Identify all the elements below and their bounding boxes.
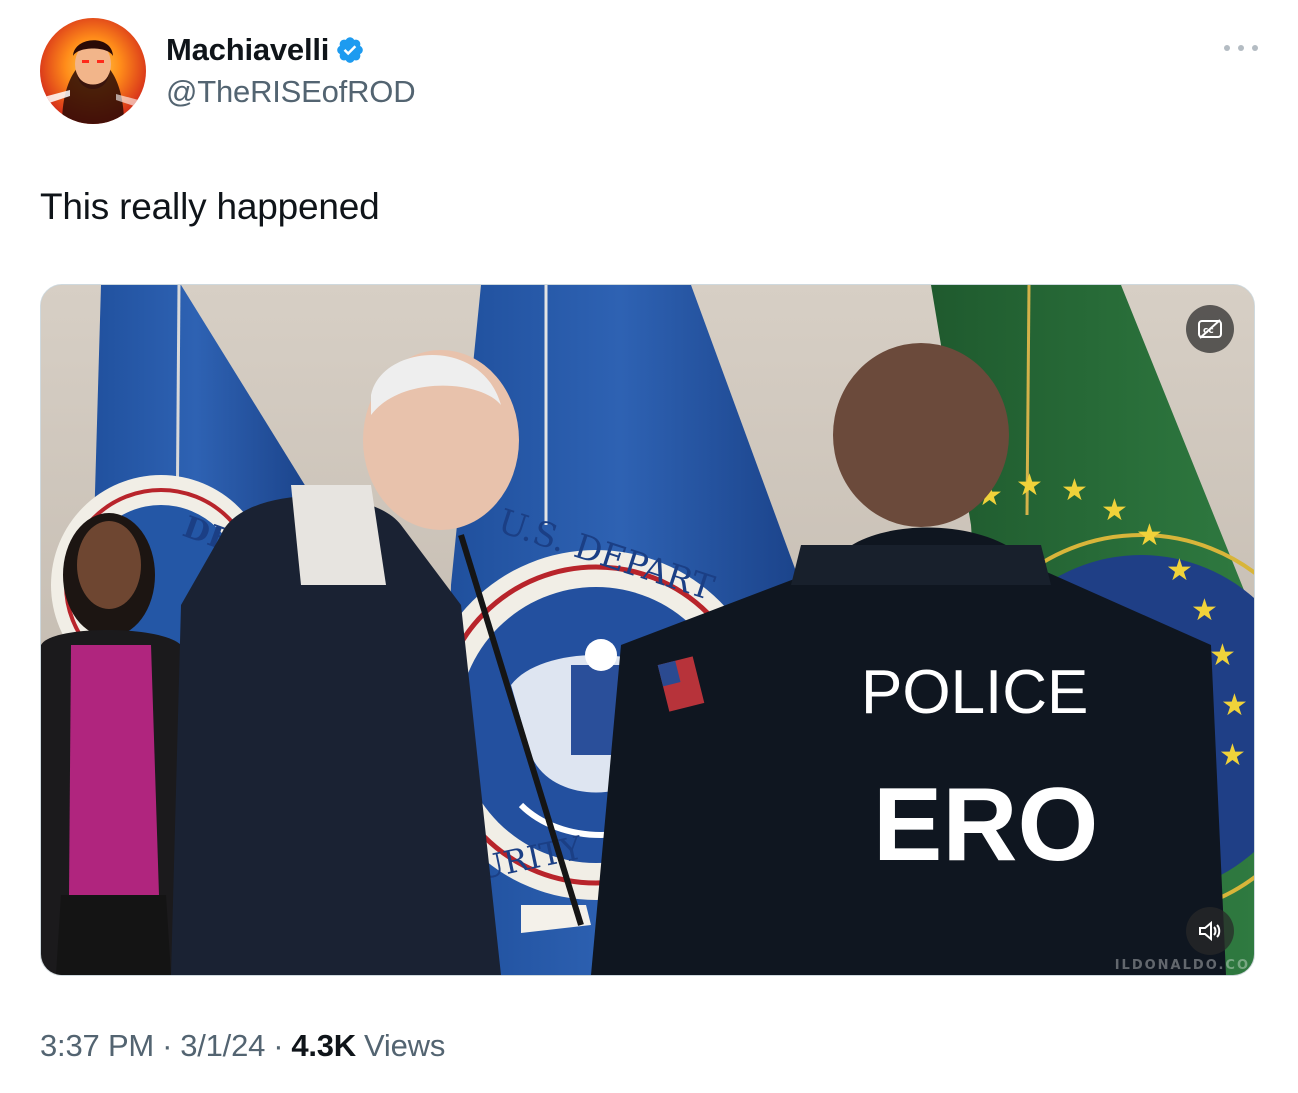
svg-text:★: ★ <box>1209 639 1236 672</box>
video-watermark: ILDONALDO.CO <box>1114 958 1250 973</box>
volume-muted-icon[interactable] <box>1186 907 1234 955</box>
svg-text:★: ★ <box>1221 689 1248 722</box>
tweet-header: Machiavelli @TheRISEofROD <box>40 18 1258 126</box>
svg-text:★: ★ <box>1101 494 1128 527</box>
more-options-icon[interactable] <box>1224 38 1258 58</box>
svg-text:★: ★ <box>1016 469 1043 502</box>
svg-text:★: ★ <box>1136 519 1163 552</box>
video-player[interactable]: DE U.S. DEPART CURITY ★ ★ ★ ★ ★ ★ ★ ★ ★ … <box>40 284 1255 976</box>
svg-text:★: ★ <box>1061 474 1088 507</box>
tweet-date[interactable]: 3/1/24 <box>180 1028 265 1064</box>
svg-text:★: ★ <box>1191 594 1218 627</box>
tweet-time[interactable]: 3:37 PM <box>40 1028 154 1064</box>
profile-avatar[interactable] <box>40 18 146 124</box>
jacket-text-ero: ERO <box>873 767 1098 883</box>
user-handle[interactable]: @TheRISEofROD <box>166 74 416 110</box>
captions-glyph: cc <box>1198 319 1222 339</box>
more-dot <box>1224 45 1230 51</box>
tweet-meta: 3:37 PM · 3/1/24 · 4.3K Views <box>40 1028 445 1064</box>
more-dot <box>1252 45 1258 51</box>
captions-off-icon[interactable]: cc <box>1186 305 1234 353</box>
volume-glyph <box>1199 920 1221 942</box>
jacket-text-police: POLICE <box>861 658 1088 727</box>
verified-badge-icon[interactable] <box>335 35 365 65</box>
video-frame: DE U.S. DEPART CURITY ★ ★ ★ ★ ★ ★ ★ ★ ★ … <box>41 285 1254 975</box>
tweet-text: This really happened <box>40 186 380 227</box>
views-label[interactable]: Views <box>364 1028 445 1064</box>
views-count[interactable]: 4.3K <box>291 1028 356 1064</box>
svg-text:★: ★ <box>1166 554 1193 587</box>
avatar-illustration <box>40 40 146 124</box>
more-dot <box>1238 45 1244 51</box>
meta-separator: · <box>162 1028 173 1063</box>
meta-separator: · <box>273 1028 284 1063</box>
display-name[interactable]: Machiavelli <box>166 32 329 68</box>
svg-text:★: ★ <box>1219 739 1246 772</box>
